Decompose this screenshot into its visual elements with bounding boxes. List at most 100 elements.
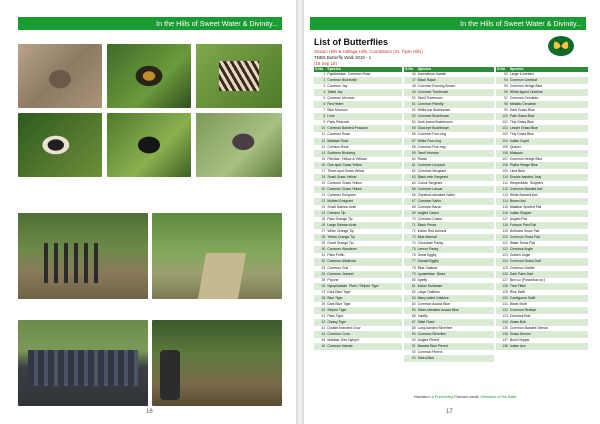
row-species: Indian Ace bbox=[508, 343, 588, 351]
row-species-name: Blue Mormon bbox=[327, 108, 348, 113]
row-species-name: Indian Ace bbox=[509, 344, 526, 349]
left-page-banner: In the Hills of Sweet Water & Divinity..… bbox=[18, 17, 282, 30]
photo-butterfly-dark-on-leaf bbox=[196, 113, 282, 177]
row-species-name: Malabar Tree Nymph bbox=[327, 338, 359, 343]
row-species-name: Chocolate Pansy bbox=[417, 241, 444, 246]
row-species-name: Grass Demon bbox=[509, 332, 531, 337]
butterfly-table-column-1: S.No Species 1 Papilionidae Common Rose 2 Comm… bbox=[314, 67, 402, 391]
row-species-name: Common Gull bbox=[327, 265, 349, 270]
row-species-name: Rice Swift bbox=[509, 289, 525, 294]
row-species-name: Tiny Grass Blue bbox=[509, 120, 534, 125]
row-species-name: Tree Flitter bbox=[509, 283, 527, 288]
row-species-name: Long-banded Silverline bbox=[417, 325, 453, 330]
row-species-name: Plains Hedge Blue bbox=[509, 162, 538, 167]
row-species-name: Indian Cupid bbox=[509, 138, 529, 143]
row-species-name: White Four-ring bbox=[417, 138, 441, 143]
row-species-name: Blue Oakleaf bbox=[417, 265, 438, 270]
row-species-name: Common Lineblue bbox=[509, 78, 538, 83]
row-species-name: Large Oakblue bbox=[417, 289, 440, 294]
row-species-name: Angled Pierrot bbox=[417, 338, 440, 343]
row-species-name: Common Grass Yellow bbox=[327, 186, 362, 191]
footer-narration-credit: A Puneeetha bbox=[431, 395, 454, 399]
footer-pictures-label: Pictures credit bbox=[454, 395, 479, 399]
row-species-name: Malayan bbox=[509, 150, 523, 155]
row-species-name: Rustic bbox=[417, 156, 428, 161]
table-row: 138 Indian Ace bbox=[496, 343, 588, 351]
footer-pictures-credit: Members of the Walk bbox=[480, 395, 517, 399]
row-species-name: Common Five-ring bbox=[417, 144, 446, 149]
footer-narration-label: Narration bbox=[414, 395, 430, 399]
row-number: 93 bbox=[404, 355, 417, 363]
row-species-name: Common Cerulean bbox=[509, 96, 539, 101]
row-species-name: Anomalous Nawab bbox=[417, 72, 447, 76]
row-species-name: Black Rajah bbox=[417, 78, 436, 83]
row-species-name: Large 4-lineblue bbox=[509, 72, 535, 76]
trek-path bbox=[197, 253, 247, 299]
butterfly-logo-icon bbox=[549, 37, 573, 55]
row-species-name: Common Banded Demon bbox=[509, 325, 549, 330]
right-page-banner: In the Hills of Sweet Water & Divinity..… bbox=[310, 17, 586, 30]
trek-people-cluster bbox=[44, 243, 104, 283]
row-species-name: Common Bluebottle bbox=[327, 78, 358, 83]
row-species-name: Dark Blue Tiger bbox=[327, 289, 351, 294]
row-family: Hesperiidae bbox=[509, 180, 528, 185]
table-row: 93 Zebra Blue bbox=[404, 355, 494, 363]
row-species-name: Common Palmfly bbox=[417, 102, 444, 107]
row-species-name: Common Redeye bbox=[509, 307, 537, 312]
row-species-name: One-spot Grass Yellow bbox=[327, 162, 362, 167]
row-species-name: Blue Tiger bbox=[327, 295, 343, 300]
row-species-name: Small Grass Yellow bbox=[327, 174, 357, 179]
row-species-name: Pale Grass Blue bbox=[509, 114, 535, 119]
row-species-name: Common Dartlet bbox=[509, 265, 535, 270]
photo-group-trek-forest-2 bbox=[152, 213, 282, 299]
trek-walker bbox=[160, 350, 180, 400]
row-number: 46 bbox=[314, 343, 327, 351]
row-species-name: Blues bbox=[436, 271, 446, 276]
row-species-name: Many-tailed Oakblue bbox=[417, 295, 449, 300]
row-species-name: Common Bushbrown bbox=[417, 114, 450, 119]
row-species-name: Bevi ux (Potanthus sp.) bbox=[509, 277, 545, 282]
row-species-name: Common Rose bbox=[347, 72, 371, 76]
row-species-name: Common Jezebel bbox=[327, 271, 354, 276]
row-species-name: Double-banded Judy bbox=[509, 174, 542, 179]
row-species-name: Common Sergeant bbox=[417, 168, 447, 173]
row-species-name: Banded Blue Pierrot bbox=[417, 344, 448, 349]
row-species-name: Common Nawab bbox=[327, 344, 353, 349]
row-species-name: Common Wanderer bbox=[327, 247, 357, 252]
row-species-name: Glassy Tiger bbox=[327, 319, 347, 324]
row-species-name: Lime bbox=[327, 114, 335, 119]
row-species-name: Common Hedge Blue bbox=[509, 156, 543, 161]
row-species-name: Lemon Pansy bbox=[417, 247, 439, 252]
list-subtitle-event: TNBS Butterfly Walk 2018 - 1 bbox=[314, 55, 372, 60]
footer-credits: Narration: A Puneeetha Pictures credit: … bbox=[414, 395, 517, 399]
row-species-name: White-tipped Lineblue bbox=[509, 90, 543, 95]
row-species-name: Golden Angle bbox=[509, 253, 531, 258]
row-species-name: Apefly bbox=[417, 277, 428, 282]
row-species-name: Common Jay bbox=[327, 84, 348, 89]
photo-butterfly-striped-on-leaf bbox=[196, 44, 282, 108]
list-title: List of Butterflies bbox=[314, 37, 389, 47]
row-species-name: Paris Peacock bbox=[327, 120, 349, 125]
organisation-logo bbox=[548, 36, 574, 56]
photo-butterfly-black-on-twig bbox=[107, 113, 191, 177]
row-species-name: Three-spot Grass Yellow bbox=[327, 168, 365, 173]
row-species-name: Common Pierrot bbox=[417, 350, 443, 355]
list-subtitle-location: Sirsam Hills & Hallaga Hills, Coimbatore… bbox=[314, 49, 423, 54]
row-species-name: Dark Grass Blue bbox=[509, 108, 535, 113]
row-species-name: Colour Sergeant bbox=[417, 180, 443, 185]
row-species-name: Indian Sunbeam bbox=[417, 283, 443, 288]
row-species-name: Skippers bbox=[529, 180, 544, 185]
row-species-name: Mottled Emigrant bbox=[327, 198, 353, 203]
row-species-name: Common Evening Brown bbox=[417, 84, 456, 89]
row-family: Papilionidae bbox=[327, 72, 346, 76]
row-species-name: Common Treebrown bbox=[417, 90, 449, 95]
row-species-name: Brown Awl bbox=[509, 198, 526, 203]
row-species-name: Common Leopard bbox=[417, 162, 445, 167]
row-species-name: Red Helen bbox=[327, 102, 344, 107]
row-species-name: Chestnut Bob bbox=[509, 313, 531, 318]
photo-group-trek-forest-1 bbox=[18, 213, 148, 299]
photo-butterfly-brown-on-rock bbox=[18, 44, 102, 108]
row-species-name: Great Orange Tip bbox=[327, 241, 354, 246]
row-species-name: Common Mormon bbox=[327, 96, 355, 101]
row-species-name: Black-vein Sergeant bbox=[417, 174, 448, 179]
